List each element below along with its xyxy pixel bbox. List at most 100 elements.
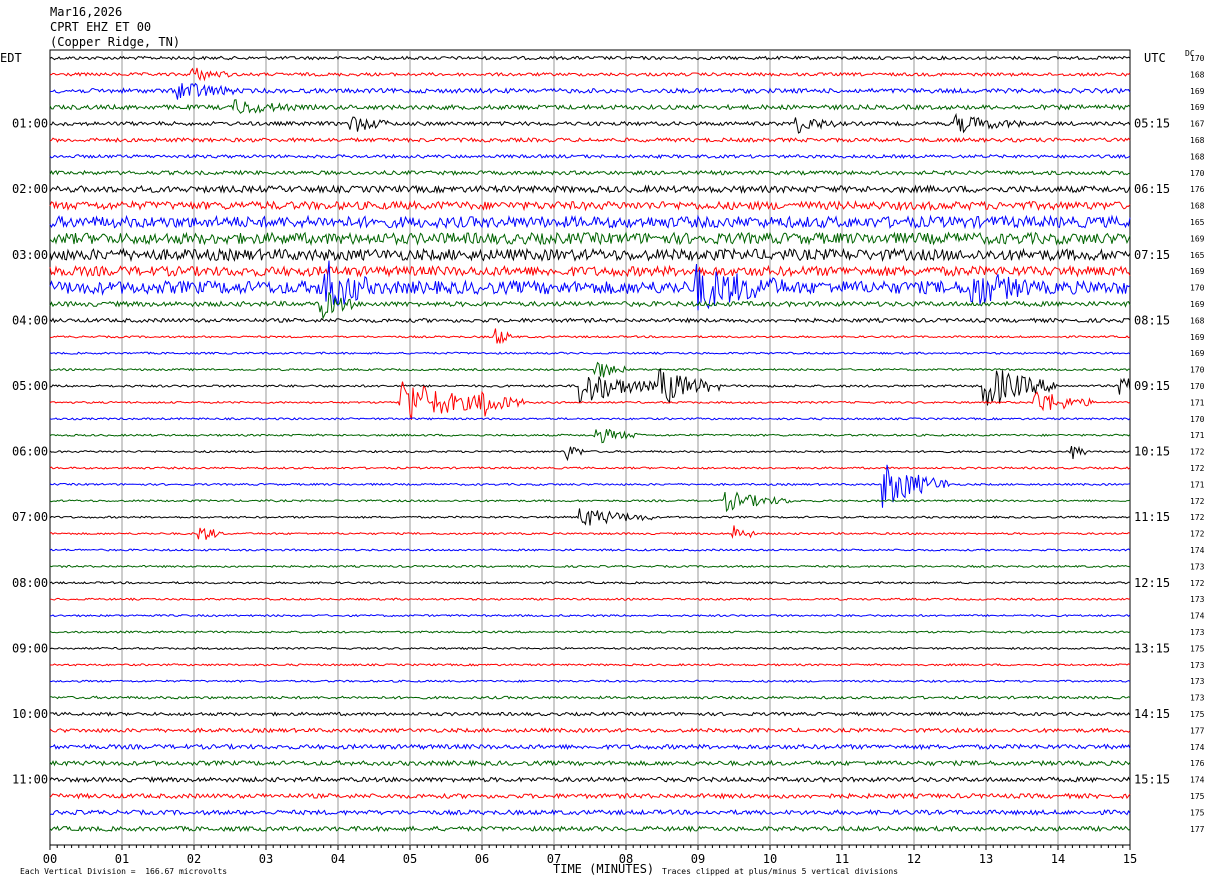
x-tick-label: 14 [1051,852,1065,866]
utc-hour-label: 12:15 [1134,576,1170,590]
trace-line [49,368,1131,406]
dc-offset-label: 169 [1190,333,1205,342]
dc-offset-label: 171 [1190,431,1205,440]
trace-line [49,695,1131,700]
edt-hour-label: 06:00 [12,445,48,459]
dc-offset-label: 177 [1190,726,1205,735]
dc-offset-label: 169 [1190,349,1205,358]
trace-line [49,169,1131,176]
dc-offset-label: 171 [1190,398,1205,407]
dc-offset-label: 176 [1190,759,1205,768]
x-tick-label: 15 [1123,852,1137,866]
dc-offset-label: 165 [1190,218,1205,227]
trace-line [49,581,1130,585]
division-note: Each Vertical Division = 166.67 microvol… [20,867,228,876]
edt-hour-label: 09:00 [12,641,48,655]
dc-offset-label: 175 [1190,644,1205,653]
trace-line [49,199,1131,212]
utc-hour-label: 07:15 [1134,248,1170,262]
dc-offset-label: 172 [1190,464,1205,473]
dc-offset-label: 170 [1190,284,1205,293]
dc-offset-label: 167 [1190,120,1205,129]
dc-offset-label: 170 [1190,382,1205,391]
utc-hour-label: 10:15 [1134,445,1170,459]
dc-offset-label: 173 [1190,677,1205,686]
edt-hour-label: 04:00 [12,313,48,327]
x-tick-label: 12 [907,852,921,866]
trace-line [49,743,1131,751]
edt-hour-label: 03:00 [12,248,48,262]
trace-line [50,663,1131,667]
dc-offset-label: 168 [1190,202,1205,211]
trace-line [49,214,1131,230]
trace-line [49,264,1131,278]
trace-line [49,564,1131,569]
edt-hour-label: 10:00 [12,707,48,721]
dc-offset-label: 168 [1190,136,1205,145]
dc-offset-label: 172 [1190,497,1205,506]
trace-line [49,613,1131,618]
x-tick-label: 04 [331,852,345,866]
trace-line [49,55,1131,61]
x-axis-label: TIME (MINUTES) [553,862,655,876]
dc-offset-label: 174 [1190,546,1205,555]
trace-line [49,292,1131,321]
trace-line [49,247,1131,263]
utc-hour-label: 09:15 [1134,379,1170,393]
x-tick-label: 00 [43,852,57,866]
dc-offset-label: 172 [1190,448,1205,457]
dc-offset-label: 171 [1190,480,1205,489]
x-tick-label: 06 [475,852,489,866]
x-tick-label: 10 [763,852,777,866]
dc-offset-label: 170 [1190,169,1205,178]
utc-hour-label: 08:15 [1134,313,1170,327]
trace-line [49,808,1131,816]
seismogram-plot: 00 01 02 03 04 05 06 07 08 09 10 11 12 13 14 1517016816… [12,49,1205,866]
trace-line [49,466,1131,470]
edt-hour-label: 08:00 [12,576,48,590]
trace-line [49,361,1131,378]
utc-hour-label: 05:15 [1134,117,1170,131]
trace-line [49,759,1131,767]
dc-offset-label: 172 [1190,530,1205,539]
dc-offset-label: 174 [1190,743,1205,752]
trace-line [49,445,1131,462]
x-tick-label: 03 [259,852,273,866]
trace-line [49,381,1131,420]
trace-line [49,727,1131,734]
trace-line [49,99,1131,114]
dc-offset-label: 169 [1190,267,1205,276]
x-tick-label: 01 [115,852,129,866]
x-tick-label: 02 [187,852,201,866]
trace-line [49,317,1131,324]
utc-hour-label: 14:15 [1134,707,1170,721]
dc-offset-label: 168 [1190,70,1205,79]
dc-offset-label: 175 [1190,710,1205,719]
trace-line [49,82,1131,100]
trace-line [49,417,1131,421]
trace-line [49,548,1131,552]
dc-offset-label: 173 [1190,595,1205,604]
dc-offset-label: 168 [1190,316,1205,325]
trace-line [49,646,1131,651]
x-tick-label: 05 [403,852,417,866]
dc-offset-label: 169 [1190,234,1205,243]
dc-offset-label: 165 [1190,251,1205,260]
dc-offset-label: 174 [1190,776,1205,785]
edt-hour-label: 07:00 [12,510,48,524]
dc-offset-label: 168 [1190,152,1205,161]
dc-offset-label: 173 [1190,562,1205,571]
edt-hour-label: 01:00 [12,117,48,131]
dc-offset-label: 169 [1190,87,1205,96]
dc-offset-label: 176 [1190,185,1205,194]
trace-line [49,428,1131,444]
dc-offset-label: 173 [1190,661,1205,670]
trace-line [49,153,1131,160]
trace-line [49,792,1131,800]
trace-line [49,112,1131,134]
trace-line [49,351,1131,356]
trace-line [49,508,1131,526]
x-tick-label: 13 [979,852,993,866]
utc-hour-label: 13:15 [1134,641,1170,655]
dc-offset-label: 169 [1190,300,1205,309]
